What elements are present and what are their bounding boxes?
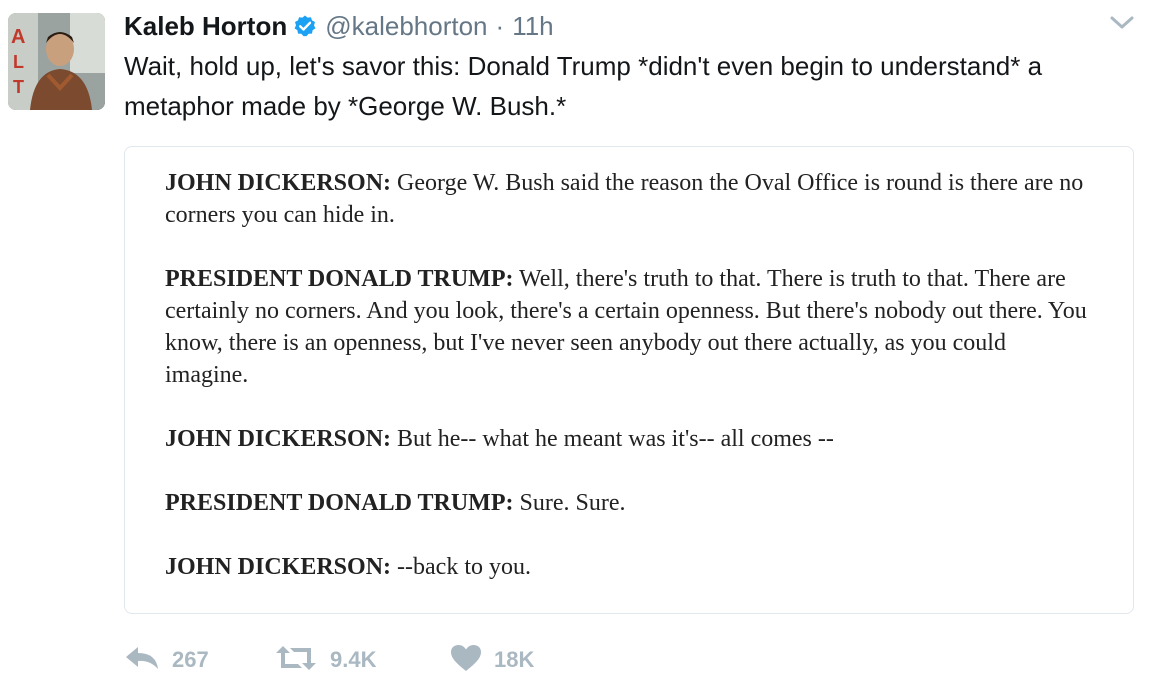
- transcript-paragraph: JOHN DICKERSON: --back to you.: [165, 551, 1095, 583]
- heart-icon: [450, 644, 482, 677]
- transcript-paragraph: JOHN DICKERSON: But he-- what he meant w…: [165, 423, 1095, 455]
- transcript-paragraph: PRESIDENT DONALD TRUMP: Sure. Sure.: [165, 487, 1095, 519]
- speaker-label: PRESIDENT DONALD TRUMP:: [165, 490, 514, 516]
- speaker-label: JOHN DICKERSON:: [165, 426, 392, 452]
- transcript: JOHN DICKERSON: George W. Bush said the …: [165, 167, 1095, 615]
- speech-text: Sure. Sure.: [513, 490, 626, 516]
- svg-text:A: A: [11, 26, 25, 48]
- like-count: 18K: [494, 647, 535, 672]
- header-separator: ·: [495, 10, 505, 41]
- speech-text: But he-- what he meant was it's-- all co…: [391, 426, 834, 452]
- speaker-label: JOHN DICKERSON:: [165, 170, 392, 196]
- retweet-count: 9.4K: [330, 647, 377, 672]
- tweet-timestamp[interactable]: 11h: [512, 11, 553, 42]
- verified-badge-icon: [293, 14, 317, 38]
- reply-count: 267: [172, 647, 209, 672]
- speaker-label: PRESIDENT DONALD TRUMP:: [165, 266, 514, 292]
- speech-text: --back to you.: [391, 554, 531, 580]
- chevron-down-icon[interactable]: [1109, 14, 1135, 32]
- svg-text:T: T: [13, 77, 24, 97]
- transcript-paragraph: JOHN DICKERSON: George W. Bush said the …: [165, 167, 1095, 231]
- author-name[interactable]: Kaleb Horton: [124, 11, 287, 42]
- retweet-icon: [274, 645, 318, 676]
- avatar-photo: A L T: [8, 13, 105, 110]
- speaker-label: JOHN DICKERSON:: [165, 554, 392, 580]
- retweet-button[interactable]: 9.4K: [274, 645, 450, 676]
- author-handle[interactable]: @kalebhorton: [325, 11, 487, 42]
- tweet-actions: 267 9.4K 18K: [124, 640, 600, 680]
- like-button[interactable]: 18K: [450, 644, 600, 677]
- quoted-transcript-image[interactable]: JOHN DICKERSON: George W. Bush said the …: [124, 146, 1134, 614]
- transcript-paragraph: PRESIDENT DONALD TRUMP: Well, there's tr…: [165, 263, 1095, 391]
- avatar[interactable]: A L T: [8, 13, 105, 110]
- svg-text:L: L: [13, 52, 24, 72]
- reply-icon: [124, 645, 160, 676]
- tweet-text: Wait, hold up, let's savor this: Donald …: [124, 51, 1043, 121]
- tweet-header: Kaleb Horton @kalebhorton · 11h: [124, 8, 554, 44]
- reply-button[interactable]: 267: [124, 645, 274, 676]
